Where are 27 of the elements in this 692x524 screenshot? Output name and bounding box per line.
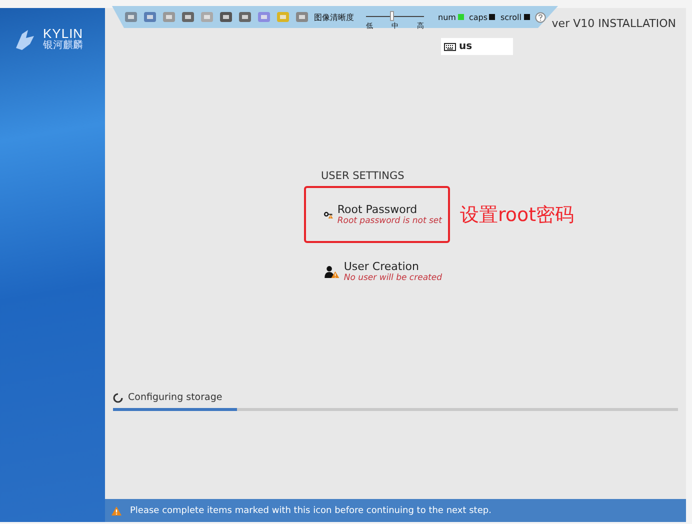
toolbar-tool-icon[interactable] [295, 10, 309, 24]
settings-spoke[interactable]: User Creation No user will be created [304, 243, 450, 300]
toolbar-tool-icon[interactable] [143, 10, 157, 24]
help-icon[interactable] [534, 12, 546, 22]
logo-text: KYLIN [43, 26, 84, 40]
keyboard-icon [444, 42, 456, 50]
indicator-label: scroll [500, 12, 522, 22]
toolbar-tool-icon[interactable] [238, 10, 252, 24]
toolbar-tool-icon[interactable] [162, 10, 176, 24]
warning-icon [111, 506, 122, 516]
toolbar-tool-icon[interactable] [181, 10, 195, 24]
toolbar-tool-icon[interactable] [219, 10, 233, 24]
toolbar-tool-icon[interactable] [257, 10, 271, 24]
indicator-label: num [438, 12, 456, 22]
installer-title: ver V10 INSTALLATION [552, 16, 676, 30]
annotation-text: 设置root密码 [460, 202, 574, 228]
section-heading: USER SETTINGS [321, 170, 406, 182]
keyboard-layout-indicator[interactable]: us [441, 38, 513, 55]
slider-thumb[interactable] [390, 10, 394, 20]
logo-subtitle: 银河麒麟 [43, 40, 84, 52]
progress-label: Configuring storage [128, 392, 222, 403]
indicator-label: caps [468, 12, 488, 22]
status-message: Please complete items marked with this icon before continuing to the next step. [130, 506, 492, 516]
toolbar-tool-icon[interactable] [124, 10, 138, 24]
quality-label: 图像清晰度 [314, 12, 354, 22]
spinner-icon [113, 392, 123, 402]
settings-spoke[interactable]: Root Password Root password is not set [304, 186, 450, 243]
